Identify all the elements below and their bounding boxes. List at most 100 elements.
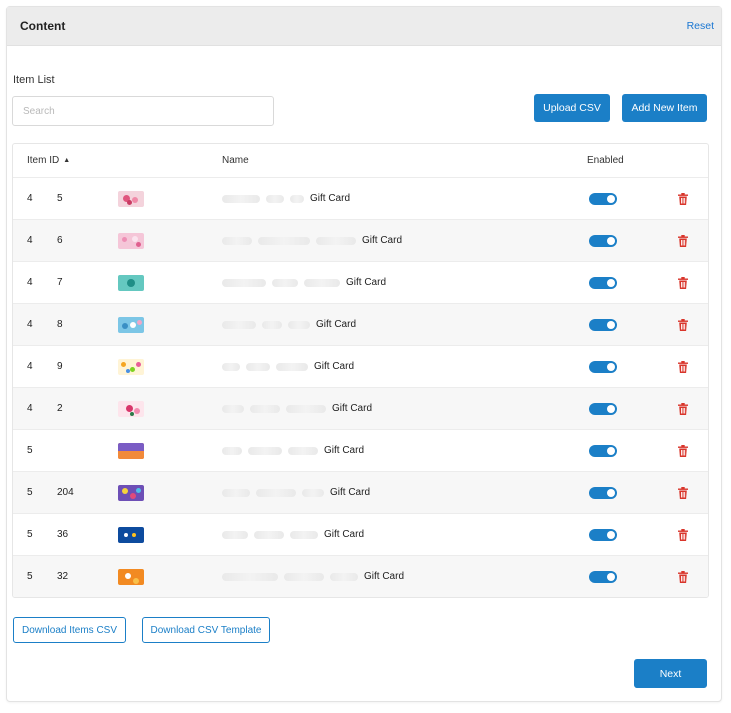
item-name: Gift Card (314, 361, 355, 372)
item-id-suffix: 5 (57, 193, 63, 204)
trash-icon[interactable] (677, 318, 688, 331)
enabled-toggle[interactable] (589, 402, 617, 415)
thumbnail-cell (118, 526, 222, 543)
trash-icon[interactable] (677, 486, 688, 499)
item-name-cell: Gift Card (222, 529, 587, 540)
toggle-knob (607, 278, 615, 287)
redacted-text (246, 362, 270, 371)
thumbnail-cell (118, 484, 222, 501)
item-name-cell: Gift Card (222, 487, 587, 498)
item-id-cell: 5 32 (13, 571, 118, 582)
reset-link[interactable]: Reset (687, 20, 714, 32)
thumbnail-cell (118, 316, 222, 333)
item-id-cell: 4 5 (13, 193, 118, 204)
item-name-cell: Gift Card (222, 235, 587, 246)
table-row[interactable]: 4 9 Gift Card (13, 346, 708, 388)
redacted-text (222, 362, 240, 371)
item-name: Gift Card (362, 235, 403, 246)
item-name: Gift Card (324, 445, 365, 456)
upload-csv-button[interactable]: Upload CSV (534, 94, 610, 122)
item-id-header-label: Item ID (27, 155, 60, 166)
download-items-csv-button[interactable]: Download Items CSV (13, 617, 126, 643)
item-name: Gift Card (316, 319, 357, 330)
download-csv-template-button[interactable]: Download CSV Template (142, 617, 270, 643)
search-input[interactable] (12, 96, 274, 126)
gift-card-thumbnail (118, 316, 144, 333)
redacted-text (286, 404, 326, 413)
toggle-knob (607, 488, 615, 497)
enabled-toggle[interactable] (589, 234, 617, 247)
enabled-cell (587, 192, 657, 205)
trash-icon[interactable] (677, 570, 688, 583)
redacted-text (250, 404, 280, 413)
thumbnail-cell (118, 274, 222, 291)
enabled-toggle[interactable] (589, 276, 617, 289)
trash-icon[interactable] (677, 402, 688, 415)
enabled-toggle[interactable] (589, 360, 617, 373)
item-id-cell: 4 6 (13, 235, 118, 246)
thumbnail-cell (118, 358, 222, 375)
trash-icon[interactable] (677, 528, 688, 541)
trash-icon[interactable] (677, 192, 688, 205)
item-id-suffix: 2 (57, 403, 63, 414)
redacted-text (284, 572, 324, 581)
panel-header: Content Reset (7, 7, 721, 46)
item-id-prefix: 4 (27, 193, 33, 204)
gift-card-thumbnail (118, 568, 144, 585)
item-name-cell: Gift Card (222, 319, 587, 330)
item-id-cell: 4 8 (13, 319, 118, 330)
redacted-text (330, 572, 358, 581)
table-row[interactable]: 4 2 Gift Card (13, 388, 708, 430)
item-id-cell: 5 (13, 445, 118, 456)
table-header: Item ID ▲ Name Enabled (13, 144, 708, 178)
trash-icon[interactable] (677, 234, 688, 247)
toggle-knob (607, 530, 615, 539)
item-list-label: Item List (13, 74, 55, 86)
trash-icon[interactable] (677, 276, 688, 289)
name-header: Name (222, 155, 249, 166)
enabled-toggle[interactable] (589, 528, 617, 541)
redacted-text (302, 488, 324, 497)
delete-cell (657, 192, 708, 205)
gift-card-thumbnail (118, 484, 144, 501)
table-row[interactable]: 4 5 Gift Card (13, 178, 708, 220)
delete-cell (657, 234, 708, 247)
table-row[interactable]: 4 6 Gift Card (13, 220, 708, 262)
sort-ascending-icon: ▲ (63, 157, 71, 164)
item-id-cell: 5 204 (13, 487, 118, 498)
enabled-toggle[interactable] (589, 444, 617, 457)
item-id-prefix: 5 (27, 571, 33, 582)
toggle-knob (607, 194, 615, 203)
table-row[interactable]: 5 204 Gift Card (13, 472, 708, 514)
enabled-toggle[interactable] (589, 486, 617, 499)
table-row[interactable]: 5 36 Gift Card (13, 514, 708, 556)
redacted-text (222, 236, 252, 245)
item-id-prefix: 4 (27, 361, 33, 372)
item-id-prefix: 4 (27, 319, 33, 330)
item-id-prefix: 5 (27, 487, 33, 498)
toggle-knob (607, 236, 615, 245)
item-id-header[interactable]: Item ID ▲ (13, 155, 118, 166)
trash-icon[interactable] (677, 360, 688, 373)
table-row[interactable]: 5 32 Gift Card (13, 556, 708, 597)
item-name: Gift Card (310, 193, 351, 204)
redacted-text (262, 320, 282, 329)
item-id-suffix: 6 (57, 235, 63, 246)
redacted-text (222, 194, 260, 203)
item-name-cell: Gift Card (222, 193, 587, 204)
toggle-knob (607, 404, 615, 413)
item-name-cell: Gift Card (222, 361, 587, 372)
next-button[interactable]: Next (634, 659, 707, 688)
item-id-suffix: 8 (57, 319, 63, 330)
table-row[interactable]: 4 8 Gift Card (13, 304, 708, 346)
table-row[interactable]: 5 Gift Card (13, 430, 708, 472)
enabled-cell (587, 360, 657, 373)
item-id-prefix: 4 (27, 277, 33, 288)
enabled-toggle[interactable] (589, 318, 617, 331)
trash-icon[interactable] (677, 444, 688, 457)
toggle-knob (607, 572, 615, 581)
enabled-toggle[interactable] (589, 570, 617, 583)
table-row[interactable]: 4 7 Gift Card (13, 262, 708, 304)
enabled-toggle[interactable] (589, 192, 617, 205)
add-new-item-button[interactable]: Add New Item (622, 94, 707, 122)
